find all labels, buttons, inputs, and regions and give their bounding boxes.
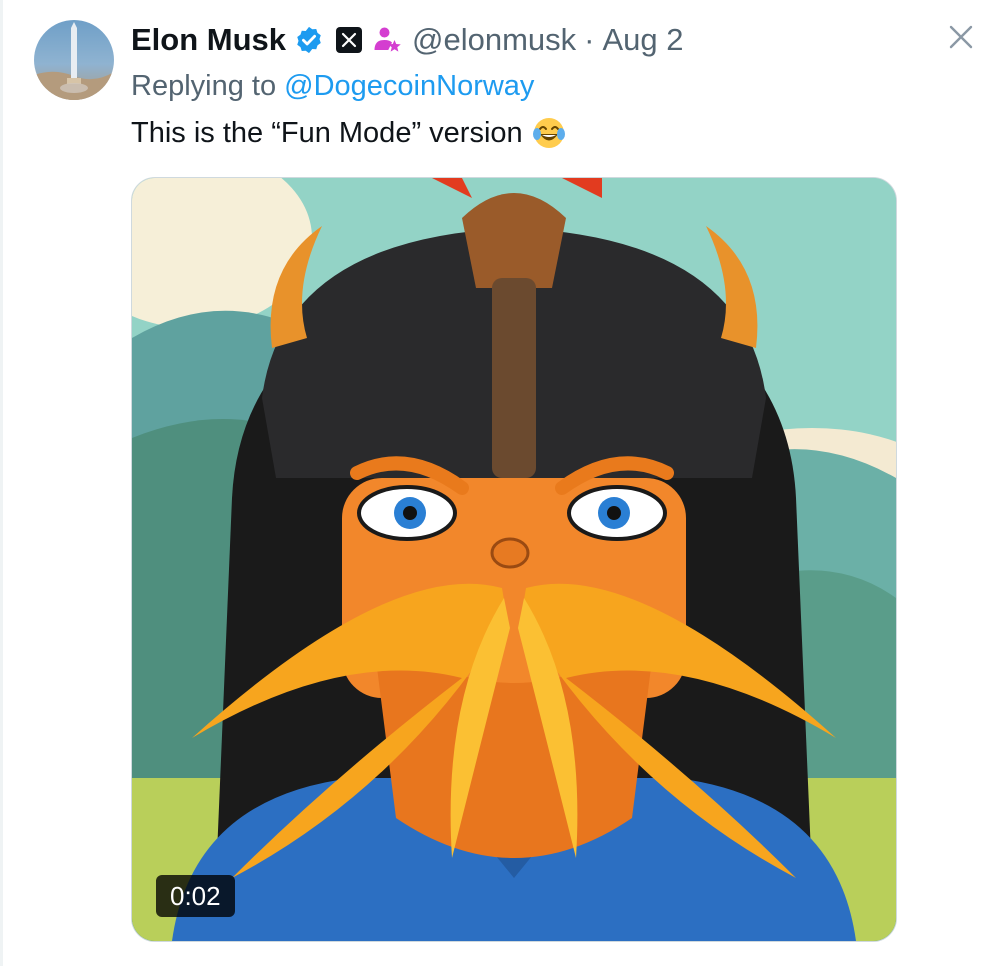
author-handle[interactable]: @elonmusk	[412, 22, 576, 58]
verified-badge-icon	[294, 25, 324, 55]
video-player[interactable]: 0:02	[131, 177, 897, 942]
face-with-tears-of-joy-icon	[531, 115, 567, 151]
author-name[interactable]: Elon Musk	[131, 22, 286, 58]
tweet-header: Elon Musk @elonmusk · Aug 2	[131, 20, 684, 60]
video-duration-badge: 0:02	[156, 875, 235, 917]
replying-to-line: Replying to @DogecoinNorway	[131, 70, 534, 103]
avatar[interactable]	[34, 20, 114, 100]
affiliate-label-icon	[372, 25, 402, 55]
tweet-date[interactable]: Aug 2	[603, 22, 684, 58]
separator-dot: ·	[584, 22, 595, 57]
panel-left-edge	[0, 0, 3, 966]
reply-mention-link[interactable]: @DogecoinNorway	[284, 70, 534, 102]
video-thumbnail	[132, 178, 896, 941]
tweet-text: This is the “Fun Mode” version	[131, 115, 567, 151]
close-icon	[949, 25, 973, 49]
x-logo-badge-icon	[336, 27, 363, 53]
replying-to-prefix: Replying to	[131, 70, 285, 102]
tweet-text-content: This is the “Fun Mode” version	[131, 116, 523, 149]
close-button[interactable]	[944, 20, 978, 54]
